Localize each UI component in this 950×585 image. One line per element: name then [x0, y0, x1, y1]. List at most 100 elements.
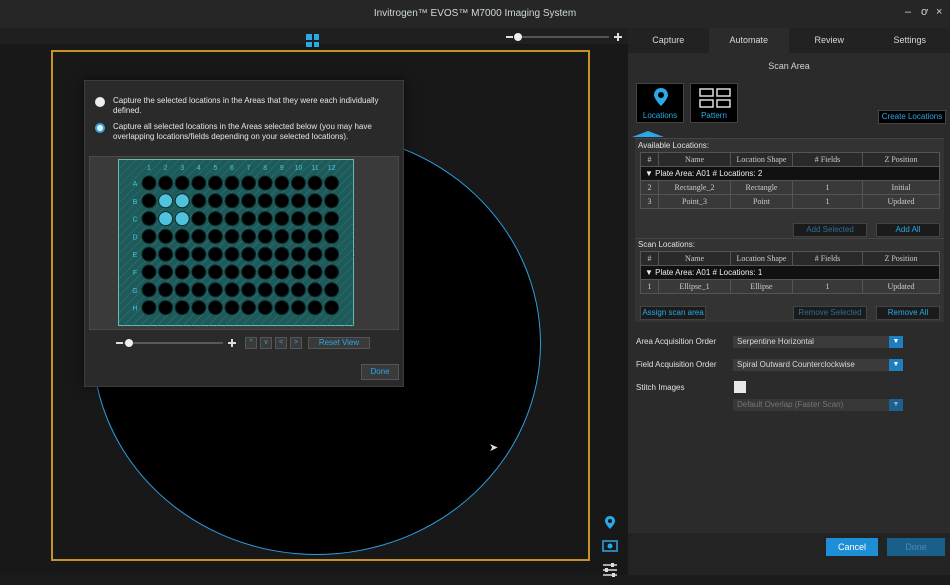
well[interactable]	[325, 247, 339, 261]
pan-left-button[interactable]: <	[275, 337, 287, 349]
well-plate[interactable]: 123456789101112ABCDEFGH	[118, 159, 354, 326]
image-view-icon[interactable]	[600, 537, 620, 555]
well[interactable]	[142, 265, 156, 279]
well[interactable]	[192, 265, 206, 279]
well[interactable]	[291, 212, 305, 226]
well[interactable]	[159, 301, 173, 315]
minimize-button[interactable]: –	[905, 6, 911, 18]
well[interactable]	[208, 247, 222, 261]
adjust-sliders-icon[interactable]	[600, 561, 620, 579]
well[interactable]	[258, 212, 272, 226]
well[interactable]	[308, 301, 322, 315]
well[interactable]	[208, 301, 222, 315]
well[interactable]	[175, 283, 189, 297]
well[interactable]	[258, 247, 272, 261]
well[interactable]	[291, 247, 305, 261]
well[interactable]	[242, 265, 256, 279]
well[interactable]	[275, 194, 289, 208]
col-z-position[interactable]: Z Position	[863, 252, 940, 266]
well[interactable]	[275, 176, 289, 190]
radio-individual[interactable]	[95, 97, 105, 107]
well[interactable]	[291, 176, 305, 190]
well[interactable]	[258, 194, 272, 208]
well[interactable]	[142, 176, 156, 190]
well[interactable]	[142, 229, 156, 243]
well[interactable]	[208, 212, 222, 226]
well[interactable]	[225, 229, 239, 243]
well[interactable]	[242, 301, 256, 315]
add-selected-button[interactable]: Add Selected	[793, 223, 867, 237]
table-row[interactable]: 3 Point_3 Point 1 Updated	[641, 195, 940, 209]
zoom-slider[interactable]	[504, 31, 624, 43]
overlap-select[interactable]: Default Overlap (Faster Scan) ▼	[733, 399, 903, 411]
chevron-down-icon[interactable]: ▼	[889, 359, 903, 371]
col-location-shape[interactable]: Location Shape	[731, 252, 793, 266]
col-number[interactable]: #	[641, 252, 659, 266]
well[interactable]	[258, 283, 272, 297]
well[interactable]	[225, 301, 239, 315]
well[interactable]	[308, 176, 322, 190]
well[interactable]	[291, 229, 305, 243]
grid-view-icon[interactable]	[306, 34, 319, 47]
well[interactable]	[159, 229, 173, 243]
group-row[interactable]: ▼ Plate Area: A01 # Locations: 1	[641, 266, 940, 280]
done-button[interactable]: Done	[887, 538, 945, 556]
well[interactable]	[308, 247, 322, 261]
well[interactable]	[192, 176, 206, 190]
pan-down-button[interactable]: v	[260, 337, 272, 349]
well[interactable]	[325, 229, 339, 243]
well[interactable]	[308, 212, 322, 226]
reset-view-button[interactable]: Reset View	[308, 337, 370, 349]
add-all-button[interactable]: Add All	[876, 223, 940, 237]
col-location-shape[interactable]: Location Shape	[731, 153, 793, 167]
well[interactable]	[192, 283, 206, 297]
well[interactable]	[225, 212, 239, 226]
well[interactable]	[159, 176, 173, 190]
remove-all-button[interactable]: Remove All	[876, 306, 940, 320]
pan-up-button[interactable]: ^	[245, 337, 257, 349]
well[interactable]	[258, 265, 272, 279]
well[interactable]	[225, 265, 239, 279]
well[interactable]	[275, 301, 289, 315]
close-button[interactable]: ×	[936, 6, 942, 18]
well[interactable]	[192, 301, 206, 315]
col-fields[interactable]: # Fields	[793, 153, 863, 167]
col-name[interactable]: Name	[659, 252, 731, 266]
well[interactable]	[308, 283, 322, 297]
well[interactable]	[208, 265, 222, 279]
well-selected[interactable]	[159, 194, 173, 208]
option-all-row[interactable]: Capture all selected locations in the Ar…	[95, 122, 395, 142]
col-number[interactable]: #	[641, 153, 659, 167]
plate-zoom-slider[interactable]	[115, 337, 245, 349]
pan-right-button[interactable]: >	[290, 337, 302, 349]
well[interactable]	[291, 283, 305, 297]
well[interactable]	[159, 247, 173, 261]
remove-selected-button[interactable]: Remove Selected	[793, 306, 867, 320]
well[interactable]	[225, 194, 239, 208]
well[interactable]	[242, 229, 256, 243]
well[interactable]	[208, 229, 222, 243]
assign-scan-area-button[interactable]: Assign scan area	[640, 306, 706, 320]
popup-done-button[interactable]: Done	[361, 364, 399, 380]
well[interactable]	[142, 247, 156, 261]
well[interactable]	[175, 229, 189, 243]
create-locations-button[interactable]: Create Locations	[878, 110, 946, 124]
well[interactable]	[275, 283, 289, 297]
radio-all[interactable]	[95, 123, 105, 133]
well[interactable]	[208, 194, 222, 208]
well-selected[interactable]	[175, 194, 189, 208]
well[interactable]	[275, 212, 289, 226]
well[interactable]	[175, 176, 189, 190]
well[interactable]	[142, 301, 156, 315]
well[interactable]	[291, 301, 305, 315]
well[interactable]	[225, 283, 239, 297]
well[interactable]	[325, 194, 339, 208]
well[interactable]	[192, 247, 206, 261]
well[interactable]	[225, 176, 239, 190]
group-row[interactable]: ▼ Plate Area: A01 # Locations: 2	[641, 167, 940, 181]
well[interactable]	[242, 194, 256, 208]
well[interactable]	[208, 283, 222, 297]
well[interactable]	[275, 265, 289, 279]
locations-mode-button[interactable]: Locations	[636, 83, 684, 123]
well-grid[interactable]: 123456789101112ABCDEFGH	[119, 160, 355, 327]
